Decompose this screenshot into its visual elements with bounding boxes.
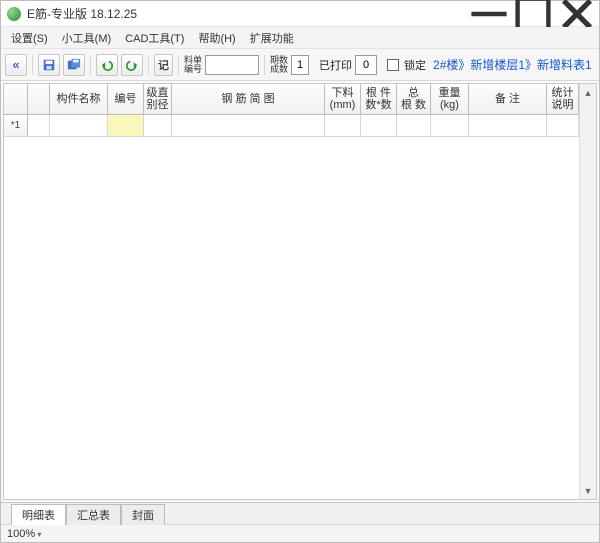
col-header-row[interactable] — [4, 84, 28, 114]
record-button[interactable]: 记 — [154, 54, 173, 76]
save-icon — [42, 58, 56, 72]
col-header-wt[interactable]: 重量 (kg) — [431, 84, 469, 114]
cell-note[interactable] — [469, 115, 547, 136]
separator — [178, 55, 179, 75]
col-header-note[interactable]: 备 注 — [469, 84, 547, 114]
col-header-name[interactable]: 构件名称 — [50, 84, 108, 114]
titlebar: E筋-专业版 18.12.25 — [1, 1, 599, 27]
save-button[interactable] — [38, 54, 60, 76]
menu-ext[interactable]: 扩展功能 — [244, 28, 300, 48]
vertical-scrollbar[interactable]: ▲ ▼ — [579, 84, 596, 499]
undo-button[interactable] — [96, 54, 118, 76]
col-header-cut[interactable]: 下料 (mm) — [325, 84, 361, 114]
col-header-stat[interactable]: 统计 说明 — [547, 84, 579, 114]
separator — [32, 55, 33, 75]
menubar: 设置(S) 小工具(M) CAD工具(T) 帮助(H) 扩展功能 — [1, 27, 599, 49]
grid-header: 构件名称 编号 级直 别径 钢 筋 简 图 下料 (mm) 根 件 数*数 总 … — [4, 84, 579, 115]
row-header[interactable]: *1 — [4, 115, 28, 136]
minimize-button[interactable] — [467, 1, 511, 26]
menu-help[interactable]: 帮助(H) — [192, 28, 241, 48]
cycle-input[interactable] — [291, 55, 309, 75]
menu-tools[interactable]: 小工具(M) — [56, 28, 118, 48]
maximize-button[interactable] — [511, 1, 555, 26]
content-area: 构件名称 编号 级直 别径 钢 筋 简 图 下料 (mm) 根 件 数*数 总 … — [3, 83, 597, 500]
scroll-down-button[interactable]: ▼ — [580, 482, 596, 499]
grid-wrap: 构件名称 编号 级直 别径 钢 筋 简 图 下料 (mm) 根 件 数*数 总 … — [4, 84, 596, 499]
cell-num[interactable] — [108, 115, 144, 136]
cell-total[interactable] — [397, 115, 431, 136]
undo-icon — [100, 58, 114, 72]
col-header-total[interactable]: 总 根 数 — [397, 84, 431, 114]
cell-select[interactable] — [28, 115, 50, 136]
printed-input[interactable] — [355, 55, 377, 75]
window-title: E筋-专业版 18.12.25 — [27, 5, 467, 22]
record-label: 记 — [158, 57, 169, 73]
redo-button[interactable] — [121, 54, 143, 76]
col-header-grade[interactable]: 级直 别径 — [144, 84, 172, 114]
grid-main: 构件名称 编号 级直 别径 钢 筋 简 图 下料 (mm) 根 件 数*数 总 … — [4, 84, 579, 499]
cell-rebar[interactable] — [172, 115, 325, 136]
cell-grade[interactable] — [144, 115, 172, 136]
save-multi-icon — [67, 58, 81, 72]
col-header-select[interactable] — [28, 84, 50, 114]
cycle-label: 期数 成数 — [270, 56, 288, 74]
sheet-tabs: 明细表 汇总表 封面 — [1, 502, 599, 524]
col-header-num[interactable]: 编号 — [108, 84, 144, 114]
menu-cad[interactable]: CAD工具(T) — [119, 28, 190, 48]
col-header-rebar[interactable]: 钢 筋 简 图 — [172, 84, 325, 114]
close-button[interactable] — [555, 1, 599, 26]
cell-cut[interactable] — [325, 115, 361, 136]
lock-label: 锁定 — [404, 57, 426, 73]
cell-stat[interactable] — [547, 115, 579, 136]
lock-checkbox[interactable] — [387, 59, 399, 71]
billno-label: 料单 编号 — [184, 56, 202, 74]
tab-detail[interactable]: 明细表 — [11, 504, 66, 525]
separator — [148, 55, 149, 75]
table-row[interactable]: *1 — [4, 115, 579, 137]
toolbar: « 记 料单 编号 期数 成数 已打印 锁定 2#楼》新增楼层1》新增料表1 — [1, 49, 599, 81]
zoom-dropdown[interactable]: 100% — [7, 528, 41, 540]
printed-label: 已打印 — [319, 57, 352, 73]
statusbar: 100% — [1, 524, 599, 542]
menu-settings[interactable]: 设置(S) — [5, 28, 54, 48]
save-multi-button[interactable] — [63, 54, 85, 76]
billno-input[interactable] — [205, 55, 259, 75]
window-controls — [467, 1, 599, 26]
collapse-button[interactable]: « — [5, 54, 27, 76]
app-icon — [7, 7, 21, 21]
chevron-left-icon: « — [12, 57, 19, 72]
separator — [264, 55, 265, 75]
tab-summary[interactable]: 汇总表 — [66, 504, 121, 525]
redo-icon — [125, 58, 139, 72]
grid-body[interactable]: *1 — [4, 115, 579, 499]
tab-cover[interactable]: 封面 — [121, 504, 165, 525]
cell-wt[interactable] — [431, 115, 469, 136]
scroll-up-button[interactable]: ▲ — [580, 84, 596, 101]
cell-pcs[interactable] — [361, 115, 397, 136]
cell-name[interactable] — [50, 115, 108, 136]
breadcrumb[interactable]: 2#楼》新增楼层1》新增料表1 — [433, 56, 592, 73]
separator — [90, 55, 91, 75]
scroll-track[interactable] — [580, 101, 596, 482]
col-header-pcs[interactable]: 根 件 数*数 — [361, 84, 397, 114]
app-window: E筋-专业版 18.12.25 设置(S) 小工具(M) CAD工具(T) 帮助… — [0, 0, 600, 543]
